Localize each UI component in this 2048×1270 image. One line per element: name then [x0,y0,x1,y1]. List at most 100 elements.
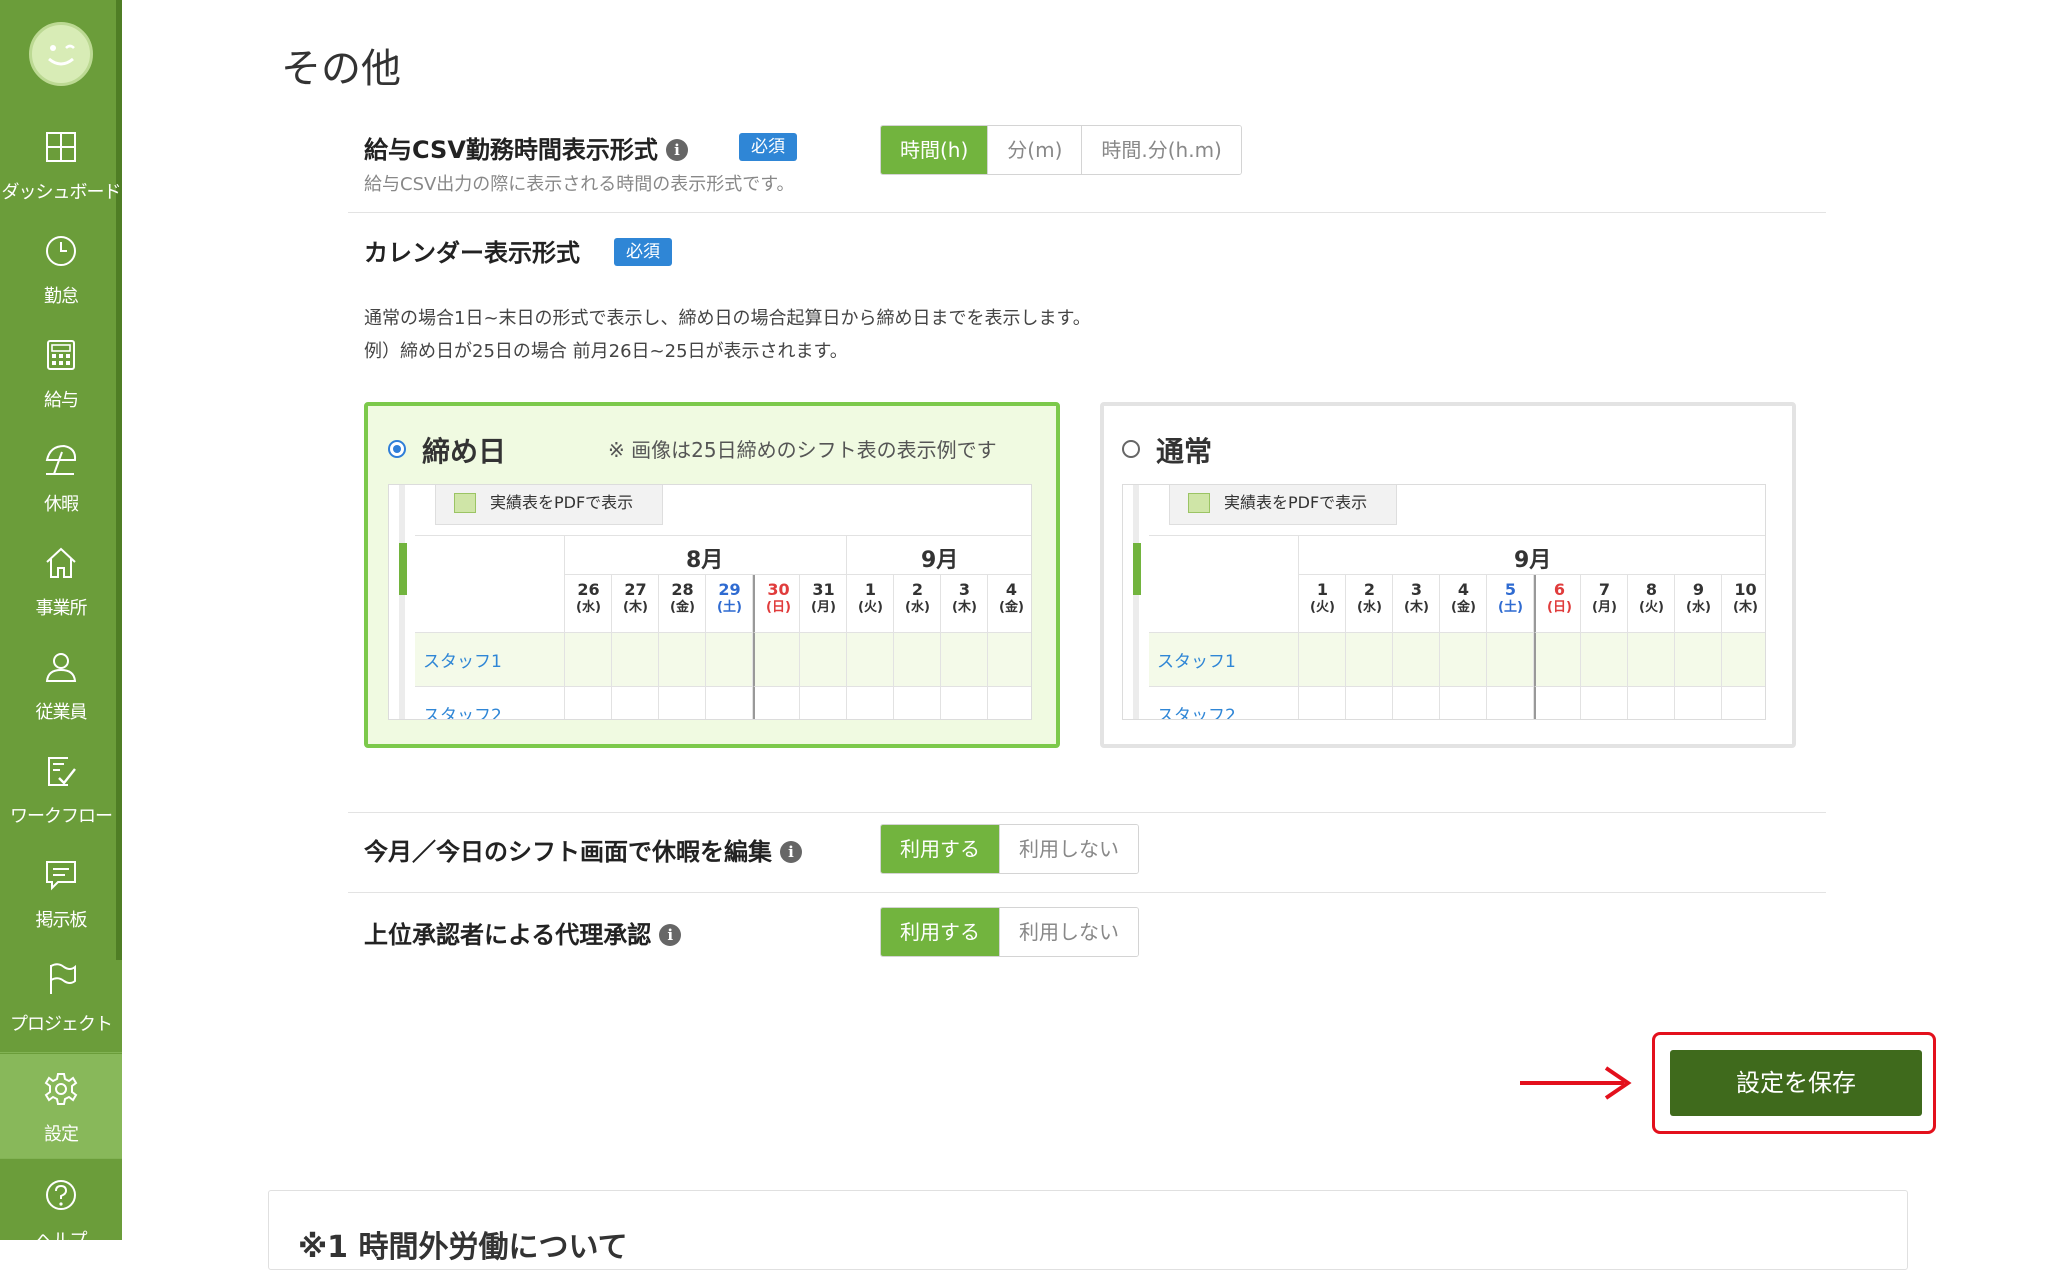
overtime-section-title: ※1 時間外労働について [298,1230,628,1265]
divider [348,812,1826,813]
day-header: 1 (火) [847,575,894,633]
sidebar-item-label: プロジェクト [10,1014,113,1035]
sidebar-item-label: 休暇 [44,494,79,515]
shift-edit-segmented-control: 利用する 利用しない [880,824,1139,874]
shift-cell [706,687,753,719]
pdf-button: 実績表をPDFで表示 [1169,485,1397,525]
option-use[interactable]: 利用する [881,825,999,873]
calculator-icon [47,340,75,370]
sidebar-item-office[interactable]: 事業所 [0,528,122,632]
day-header: 2 (水) [1346,575,1393,633]
sidebar-item-employees[interactable]: 従業員 [0,632,122,736]
radio-closing-day[interactable] [388,440,406,458]
sidebar-item-label: 勤怠 [44,286,79,307]
shift-cell [894,687,941,719]
shift-cell [1346,687,1393,719]
calendar-option-normal[interactable]: 通常 実績表をPDFで表示 9月 1 (火) 2 (水) 3 (木) 4 (金) 5 (土) 6 (日)… [1100,402,1796,748]
info-icon[interactable]: i [665,139,688,161]
sidebar-item-project[interactable]: プロジェクト [0,944,122,1048]
shift-cell [1722,633,1765,687]
calendar-option-closing-day[interactable]: 締め日 ※ 画像は25日締めのシフト表の表示例です 実績表をPDFで表示 8月 9… [364,402,1060,748]
calendar-format-description-2: 例）締め日が25日の場合 前月26日~25日が表示されます。 [364,341,848,362]
required-badge: 必須 [739,133,797,161]
sidebar-item-attendance[interactable]: 勤怠 [0,216,122,320]
sidebar-item-dashboard[interactable]: ダッシュボード [0,112,122,216]
day-label: 6 (日) [1547,580,1572,616]
day-header: 3 (木) [941,575,988,633]
day-label: 4 (金) [1451,580,1476,616]
day-label: 9 (水) [1686,580,1711,616]
shift-cell [612,687,659,719]
day-header: 1 (火) [1299,575,1346,633]
shift-cell [1299,633,1346,687]
arrow-right-icon [1520,1066,1632,1100]
sidebar-item-label: 掲示板 [35,910,88,931]
staff-name: スタッフ1 [423,652,502,672]
shift-cell [659,687,706,719]
calendar-grid-icon [1188,493,1210,513]
option-use[interactable]: 利用する [881,908,999,956]
day-label: 7 (月) [1592,580,1617,616]
radio-normal[interactable] [1122,440,1140,458]
option-minutes[interactable]: 分(m) [987,126,1082,174]
day-header: 6 (日) [1534,575,1581,633]
day-header: 30 (日) [753,575,800,633]
shift-cell [941,687,988,719]
option-not-use[interactable]: 利用しない [999,908,1138,956]
shift-cell [800,687,847,719]
sidebar-item-help[interactable]: ヘルプ [0,1160,122,1264]
day-header: 3 (木) [1393,575,1440,633]
shift-cell [1628,633,1675,687]
preview-scrollbar-thumb [1133,543,1141,595]
sidebar-item-vacation[interactable]: 休暇 [0,424,122,528]
shift-edit-label-text: 今月／今日のシフト画面で休暇を編集 [364,838,772,866]
info-icon[interactable]: i [659,924,682,946]
shift-edit-label: 今月／今日のシフト画面で休暇を編集 i [364,832,802,867]
month-label: 9月 [1514,548,1552,573]
payroll-format-segmented-control: 時間(h) 分(m) 時間.分(h.m) [880,125,1242,175]
staff-name-cell: スタッフ2 [1149,687,1299,719]
payroll-format-description: 給与CSV出力の際に表示される時間の表示形式です。 [364,174,795,195]
day-header: 4 (金) [1440,575,1487,633]
shift-cell [753,633,800,687]
day-header: 27 (木) [612,575,659,633]
day-header: 4 (金) [988,575,1031,633]
preview-image-normal: 実績表をPDFで表示 9月 1 (火) 2 (水) 3 (木) 4 (金) 5 (土) 6 (日) 7 (月… [1122,484,1766,720]
sidebar-item-bulletin[interactable]: 掲示板 [0,840,122,944]
staff-name: スタッフ2 [423,706,502,720]
calendar-format-label: カレンダー表示形式 [364,239,580,267]
payroll-format-label: 給与CSV勤務時間表示形式 i [364,130,688,165]
sidebar-item-workflow[interactable]: ワークフロー [0,736,122,840]
dashboard-icon [46,132,76,162]
day-label: 30 (日) [766,580,791,616]
day-label: 28 (金) [670,580,695,616]
sidebar-item-settings[interactable]: 設定 [0,1054,122,1158]
sidebar-item-label: 設定 [44,1124,79,1145]
umbrella-icon [45,444,77,475]
staff-name: スタッフ1 [1157,652,1236,672]
save-button[interactable]: 設定を保存 [1670,1050,1922,1116]
payroll-format-label-text: 給与CSV勤務時間表示形式 [364,136,658,164]
checklist-icon [48,757,76,786]
sidebar-item-label: ダッシュボード [1,182,122,203]
shift-cell [1440,687,1487,719]
day-header: 2 (水) [894,575,941,633]
sidebar-item-label: ワークフロー [10,806,113,827]
option-hours[interactable]: 時間(h) [881,126,988,174]
avatar[interactable] [29,22,93,86]
sidebar: ダッシュボード 勤怠 給与 休暇 事業所 従業員 ワークフロー 掲示板 プロジェ… [0,0,122,1251]
staff-name-cell: スタッフ1 [415,633,565,687]
shift-cell [800,633,847,687]
sidebar-item-payroll[interactable]: 給与 [0,320,122,424]
shift-cell [1675,687,1722,719]
shift-cell [847,687,894,719]
sidebar-divider [0,1158,122,1159]
shift-cell [1581,687,1628,719]
day-header: 31 (月) [800,575,847,633]
name-column-header [415,535,565,633]
day-label: 3 (木) [952,580,977,616]
info-icon[interactable]: i [780,841,802,863]
option-not-use[interactable]: 利用しない [999,825,1138,873]
preview-scrollbar [399,485,405,719]
option-hours-minutes[interactable]: 時間.分(h.m) [1081,126,1241,174]
